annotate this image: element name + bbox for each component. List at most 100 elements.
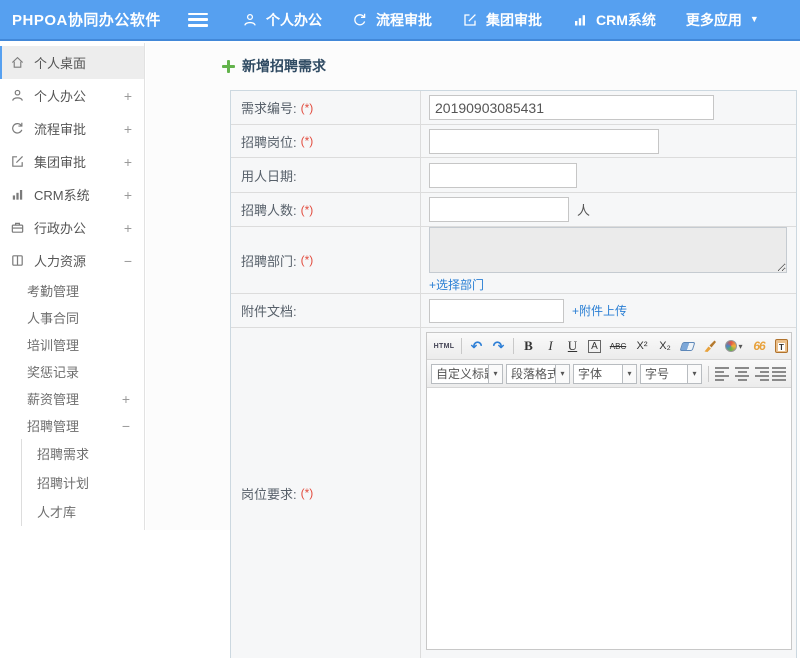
required-mark: (*) <box>301 203 314 217</box>
underline-button[interactable]: U <box>562 336 583 356</box>
sidebar-subitem-label: 人事合同 <box>27 308 130 327</box>
nav-group-approval[interactable]: 集团审批 <box>462 10 542 30</box>
sidebar-subitem-training[interactable]: 培训管理 <box>0 331 144 358</box>
demand-number-input[interactable] <box>429 95 714 120</box>
format-painter-button[interactable] <box>699 336 720 356</box>
sidebar-item-crm-system[interactable]: CRM系统 + <box>0 178 144 211</box>
sidebar-item-label: 行政办公 <box>34 218 124 237</box>
sidebar-item-personal-office[interactable]: 个人办公 + <box>0 79 144 112</box>
align-right-icon[interactable] <box>753 366 769 381</box>
blockquote-button[interactable]: 66 <box>748 336 770 356</box>
sidebar-item-admin-office[interactable]: 行政办公 + <box>0 211 144 244</box>
strikethrough-button[interactable]: ABC <box>606 336 630 356</box>
select-value: 自定义标题 <box>432 365 488 382</box>
align-justify-icon[interactable] <box>772 366 788 381</box>
edit-square-icon <box>462 12 478 28</box>
char-border-button[interactable]: A <box>584 336 605 356</box>
collapse-toggle[interactable]: − <box>122 418 130 434</box>
sidebar-item-human-resources[interactable]: 人力资源 − <box>0 244 144 277</box>
main-content: 新增招聘需求 需求编号: (*) 招聘岗位: (*) 用人日期: <box>146 43 800 530</box>
sidebar-subitem-recruit-plan[interactable]: 招聘计划 <box>22 468 144 497</box>
sidebar-item-personal-desktop[interactable]: 个人桌面 <box>0 46 144 79</box>
required-mark: (*) <box>301 253 314 267</box>
label-text: 需求编号: <box>241 98 297 117</box>
hire-date-input[interactable] <box>429 163 577 188</box>
font-size-select[interactable]: 字号 ▾ <box>640 364 702 384</box>
align-left-icon[interactable] <box>715 366 731 381</box>
eraser-icon <box>680 342 696 351</box>
nav-process-approval[interactable]: 流程审批 <box>352 10 432 30</box>
remove-format-button[interactable] <box>677 336 698 356</box>
select-department-link[interactable]: +选择部门 <box>429 276 484 293</box>
process-icon <box>352 12 368 28</box>
attachment-input[interactable] <box>429 299 564 323</box>
field-label: 岗位要求: (*) <box>231 328 421 658</box>
sidebar-item-label: 集团审批 <box>34 152 124 171</box>
italic-button[interactable]: I <box>540 336 561 356</box>
nav-more-apps[interactable]: 更多应用 ▼ <box>686 10 759 30</box>
department-textarea[interactable] <box>429 227 787 273</box>
toolbar-separator <box>708 366 709 382</box>
field-label: 招聘人数: (*) <box>231 193 421 226</box>
editor-toolbar-row1: HTML ↶ ↷ B I U A ABC X² X₂ <box>427 333 791 360</box>
headcount-input[interactable] <box>429 197 569 222</box>
highlight-color-button[interactable]: ▾ <box>721 336 747 356</box>
subscript-button[interactable]: X₂ <box>654 336 676 356</box>
book-icon <box>10 253 25 268</box>
editor-content-area[interactable] <box>427 388 791 649</box>
expand-toggle[interactable]: + <box>124 121 132 137</box>
expand-toggle[interactable]: + <box>124 88 132 104</box>
boxed-a-label: A <box>588 340 601 353</box>
custom-heading-select[interactable]: 自定义标题 ▾ <box>431 364 503 384</box>
paragraph-format-select[interactable]: 段落格式 ▾ <box>506 364 570 384</box>
sidebar-subitem-recruit-demand[interactable]: 招聘需求 <box>22 439 144 468</box>
sidebar-item-label: CRM系统 <box>34 185 124 204</box>
sidebar-subitem-label: 考勤管理 <box>27 281 130 300</box>
home-icon <box>10 55 25 70</box>
sidebar-subitem-recruitment[interactable]: 招聘管理 − <box>0 412 144 439</box>
unit-suffix: 人 <box>577 200 590 219</box>
sidebar-subitem-rewards[interactable]: 奖惩记录 <box>0 358 144 385</box>
sidebar-subitem-label: 薪资管理 <box>27 389 122 408</box>
html-source-button[interactable]: HTML <box>431 336 457 356</box>
rich-text-editor: HTML ↶ ↷ B I U A ABC X² X₂ <box>426 332 792 650</box>
field-label: 招聘岗位: (*) <box>231 125 421 157</box>
select-value: 段落格式 <box>507 365 555 382</box>
expand-toggle[interactable]: + <box>124 187 132 203</box>
sidebar-subitem-attendance[interactable]: 考勤管理 <box>0 277 144 304</box>
sidebar-item-group-approval[interactable]: 集团审批 + <box>0 145 144 178</box>
editor-toolbar-row2: 自定义标题 ▾ 段落格式 ▾ 字体 ▾ 字号 ▾ <box>427 360 791 388</box>
expand-toggle[interactable]: + <box>124 220 132 236</box>
nav-label: 流程审批 <box>376 10 432 30</box>
toolbar-separator <box>461 338 462 354</box>
font-family-select[interactable]: 字体 ▾ <box>573 364 637 384</box>
superscript-button[interactable]: X² <box>631 336 653 356</box>
nav-crm-system[interactable]: CRM系统 <box>572 10 656 30</box>
sidebar-subitem-label: 奖惩记录 <box>27 362 130 381</box>
label-text: 招聘岗位: <box>241 132 297 151</box>
align-center-icon[interactable] <box>734 366 750 381</box>
required-mark: (*) <box>301 134 314 148</box>
sidebar-subitem-talent-pool[interactable]: 人才库 <box>22 497 144 526</box>
position-input[interactable] <box>429 129 659 154</box>
collapse-toggle[interactable]: − <box>124 253 132 269</box>
expand-toggle[interactable]: + <box>122 391 130 407</box>
page-title: 新增招聘需求 <box>222 56 800 76</box>
paste-text-button[interactable]: T <box>771 336 791 356</box>
nav-personal-office[interactable]: 个人办公 <box>242 10 322 30</box>
form-row-headcount: 招聘人数: (*) 人 <box>231 193 796 227</box>
sidebar-subitem-hr-contract[interactable]: 人事合同 <box>0 304 144 331</box>
caret-down-icon: ▾ <box>738 342 742 351</box>
sidebar-subitem-salary[interactable]: 薪资管理 + <box>0 385 144 412</box>
attachment-upload-link[interactable]: +附件上传 <box>572 302 627 319</box>
expand-toggle[interactable]: + <box>124 154 132 170</box>
undo-icon[interactable]: ↶ <box>466 336 487 356</box>
bold-button[interactable]: B <box>518 336 539 356</box>
caret-down-icon: ▾ <box>687 365 701 383</box>
sidebar: 个人桌面 个人办公 + 流程审批 + 集团审批 + CRM系统 + 行政办公 +… <box>0 43 145 530</box>
redo-icon[interactable]: ↷ <box>488 336 509 356</box>
hamburger-menu-icon[interactable] <box>188 13 208 27</box>
sidebar-item-label: 个人办公 <box>34 86 124 105</box>
sidebar-item-process-approval[interactable]: 流程审批 + <box>0 112 144 145</box>
sidebar-subitem-label: 人才库 <box>37 502 76 521</box>
